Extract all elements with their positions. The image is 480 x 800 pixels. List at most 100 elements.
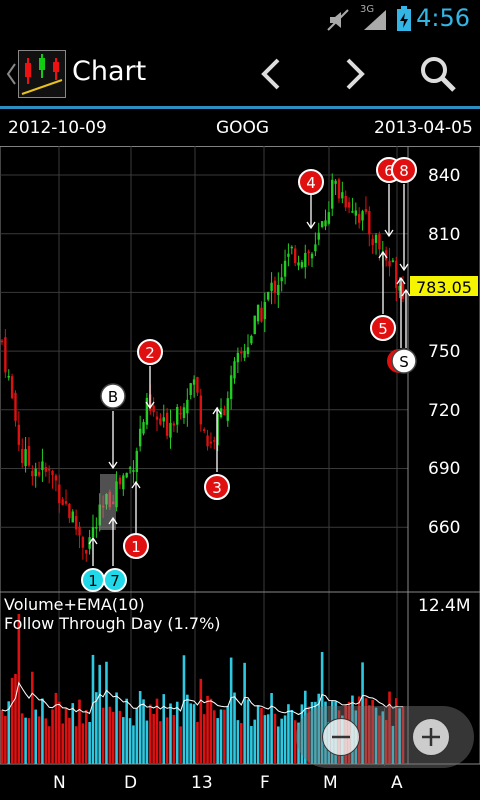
candle-body <box>320 221 324 228</box>
candle-body <box>297 262 300 266</box>
volume-bar <box>0 709 4 764</box>
volume-bar <box>108 706 112 764</box>
candle-body <box>68 503 71 519</box>
volume-bar <box>138 691 142 764</box>
volume-bar <box>4 715 7 764</box>
candle-body <box>351 211 354 213</box>
candle-body <box>125 472 128 478</box>
zoom-out-button[interactable] <box>322 718 360 756</box>
volume-bar <box>37 716 41 764</box>
candle-body <box>364 209 368 212</box>
candle-body <box>172 423 176 426</box>
volume-bar <box>192 704 196 764</box>
volume-bar <box>54 692 58 764</box>
volume-bar <box>128 718 132 764</box>
candle-body <box>304 252 307 268</box>
up-caret-icon[interactable] <box>4 62 18 86</box>
volume-bar <box>41 698 44 764</box>
marker-4[interactable]: 4 <box>298 169 324 195</box>
next-icon[interactable] <box>340 56 370 92</box>
candle-body <box>122 475 125 490</box>
marker-7[interactable]: 7 <box>103 568 127 592</box>
volume-bar <box>179 726 182 764</box>
symbol-label: GOOG <box>216 118 270 138</box>
volume-bar <box>226 705 230 764</box>
candle-body <box>277 284 280 296</box>
volume-bar <box>236 720 240 764</box>
candle-body <box>186 399 189 414</box>
candle-body <box>0 340 4 343</box>
volume-bar <box>31 671 34 764</box>
candle-body <box>128 467 132 469</box>
zoom-in-button[interactable] <box>412 718 450 756</box>
candle-body <box>273 280 277 293</box>
candle-body <box>81 537 85 548</box>
candlesticks <box>0 173 405 562</box>
candle-body <box>344 195 347 208</box>
price-label-810: 810 <box>428 225 460 245</box>
candle-body <box>283 260 287 277</box>
x-label-13: 13 <box>191 773 213 793</box>
chart-grid <box>0 146 480 765</box>
candle-body <box>233 361 236 379</box>
candle-body <box>58 484 61 504</box>
candle-body <box>118 477 122 485</box>
volume-bar <box>98 664 102 764</box>
candle-body <box>162 417 165 422</box>
volume-bar <box>199 678 203 764</box>
x-label-d: D <box>124 773 137 793</box>
candle-body <box>374 234 378 243</box>
candle-body <box>196 376 199 393</box>
volume-bar <box>243 662 246 764</box>
clock: 4:56 <box>416 4 470 32</box>
app-logo-icon[interactable] <box>18 50 66 98</box>
marker-sell[interactable]: S <box>391 348 417 374</box>
volume-bar <box>132 725 135 764</box>
volume-bar <box>135 708 139 764</box>
candle-body <box>192 379 196 385</box>
candle-body <box>317 232 320 240</box>
candle-body <box>341 192 344 199</box>
previous-icon[interactable] <box>256 56 286 92</box>
marker-buy[interactable]: B <box>100 383 126 409</box>
candle-body <box>270 282 273 291</box>
candle-body <box>71 511 74 523</box>
candle-body <box>179 412 182 415</box>
search-icon[interactable] <box>418 54 458 94</box>
volume-bar <box>71 703 75 764</box>
candle-body <box>14 392 17 421</box>
volume-bar <box>186 694 189 764</box>
volume-bar <box>81 723 85 764</box>
volume-bar <box>44 718 48 764</box>
candle-body <box>199 395 203 425</box>
candle-body <box>361 211 364 221</box>
candle-body <box>138 428 142 447</box>
svg-text:4: 4 <box>306 174 316 192</box>
volume-bar <box>27 718 31 764</box>
marker-8[interactable]: 8 <box>391 157 417 183</box>
volume-bar <box>122 717 125 764</box>
candle-body <box>368 210 371 235</box>
volume-bar <box>182 655 186 764</box>
candle-body <box>34 468 37 477</box>
candle-body <box>189 383 192 395</box>
volume-bar <box>118 710 122 764</box>
marker-2[interactable]: 2 <box>137 339 163 365</box>
price-chart[interactable]: 840 810 750 720 690 660 783.05 12.4M Vol… <box>0 146 480 800</box>
candle-body <box>182 407 186 418</box>
candle-body <box>331 179 334 209</box>
marker-5[interactable]: 5 <box>370 315 396 341</box>
volume-bar <box>172 714 176 764</box>
candle-body <box>290 246 293 249</box>
marker-1-late[interactable]: 1 <box>123 533 149 559</box>
action-bar-divider <box>0 106 480 109</box>
volume-bar <box>61 723 64 764</box>
candle-body <box>155 416 159 420</box>
marker-3[interactable]: 3 <box>204 474 230 500</box>
volume-max-label: 12.4M <box>418 596 471 616</box>
volume-bar <box>260 707 263 764</box>
candle-body <box>260 307 263 322</box>
candle-body <box>78 526 81 536</box>
candle-body <box>267 291 270 300</box>
marker-1-early[interactable]: 1 <box>81 568 105 592</box>
